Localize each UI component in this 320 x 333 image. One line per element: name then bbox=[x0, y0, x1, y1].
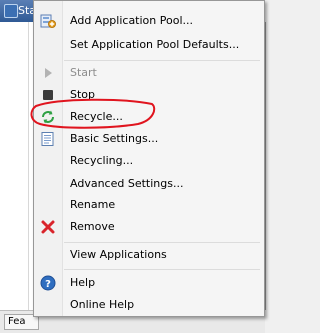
menu-item-rename[interactable]: Rename bbox=[34, 194, 264, 216]
menu-item-label: Recycling... bbox=[70, 154, 134, 167]
menu-item-label: Recycle... bbox=[70, 110, 123, 123]
menu-item-label: Stop bbox=[70, 88, 96, 101]
background-divider bbox=[28, 22, 29, 310]
menu-item-label: Remove bbox=[70, 220, 115, 233]
menu-item-add-application-pool[interactable]: Add Application Pool... bbox=[34, 10, 264, 32]
app-logo-icon bbox=[4, 4, 18, 18]
menu-item-label: Set Application Pool Defaults... bbox=[70, 38, 240, 51]
play-icon bbox=[40, 65, 56, 81]
menu-item-label: Basic Settings... bbox=[70, 132, 159, 145]
menu-item-recycling[interactable]: Recycling... bbox=[34, 150, 264, 172]
stop-icon bbox=[40, 87, 56, 103]
menu-item-view-applications[interactable]: View Applications bbox=[34, 244, 264, 266]
menu-item-advanced-settings[interactable]: Advanced Settings... bbox=[34, 173, 264, 195]
menu-item-label: Online Help bbox=[70, 298, 135, 311]
menu-item-label: View Applications bbox=[70, 248, 167, 261]
menu-item-remove[interactable]: Remove bbox=[34, 216, 264, 238]
menu-item-help[interactable]: ? Help bbox=[34, 272, 264, 294]
menu-item-start[interactable]: Start bbox=[34, 62, 264, 84]
menu-item-label: Add Application Pool... bbox=[70, 14, 193, 27]
menu-item-set-app-pool-defaults[interactable]: Set Application Pool Defaults... bbox=[34, 34, 264, 56]
remove-x-icon bbox=[40, 219, 56, 235]
app-pool-add-icon bbox=[40, 13, 56, 29]
menu-separator bbox=[64, 269, 260, 270]
svg-text:?: ? bbox=[45, 279, 51, 290]
menu-item-online-help[interactable]: Online Help bbox=[34, 294, 264, 316]
menu-item-label: Rename bbox=[70, 198, 116, 211]
menu-item-recycle[interactable]: Recycle... bbox=[34, 106, 264, 128]
help-icon: ? bbox=[40, 275, 56, 291]
context-menu: Add Application Pool... Set Application … bbox=[33, 0, 265, 317]
menu-item-stop[interactable]: Stop bbox=[34, 84, 264, 106]
menu-item-label: Help bbox=[70, 276, 96, 289]
menu-separator bbox=[64, 60, 260, 61]
menu-item-label: Start bbox=[70, 66, 97, 79]
recycle-icon bbox=[40, 109, 56, 125]
menu-item-basic-settings[interactable]: Basic Settings... bbox=[34, 128, 264, 150]
menu-item-label: Advanced Settings... bbox=[70, 177, 184, 190]
menu-separator bbox=[64, 242, 260, 243]
settings-page-icon bbox=[40, 131, 56, 147]
